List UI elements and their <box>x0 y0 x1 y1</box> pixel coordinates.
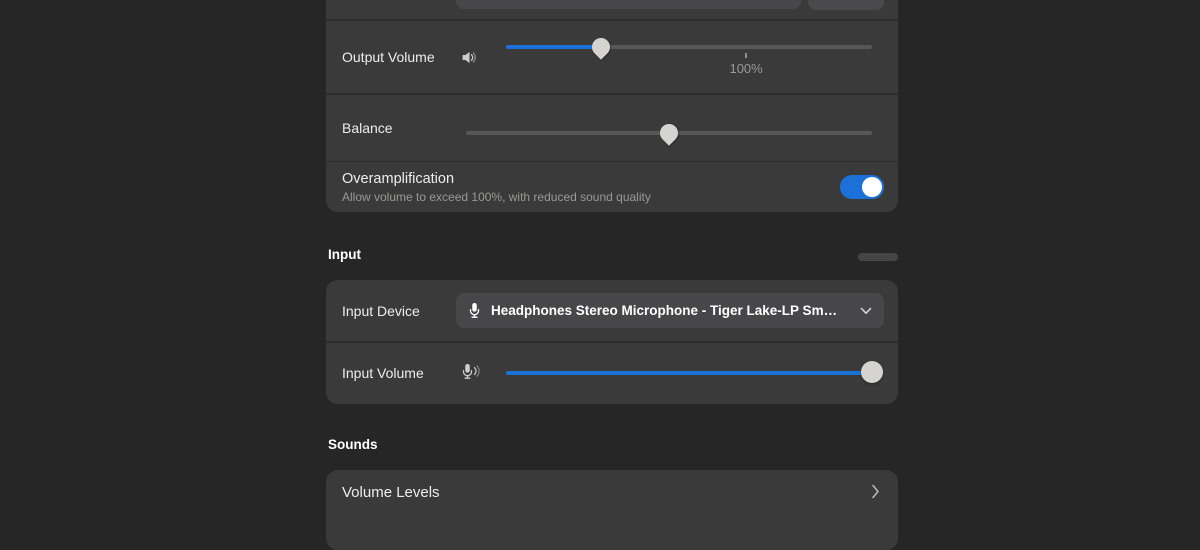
output-volume-row: Output Volume 100% <box>326 21 898 93</box>
input-card: Input Device Headphones Stereo Microphon… <box>326 280 898 404</box>
input-device-value: Headphones Stereo Microphone - Tiger Lak… <box>491 303 838 318</box>
chevron-down-icon <box>860 307 872 315</box>
output-card: Output Volume 100% Balance Overamplifica <box>326 0 898 212</box>
chevron-right-icon <box>871 484 880 504</box>
output-test-button[interactable] <box>808 0 884 10</box>
output-device-dropdown[interactable] <box>456 0 801 9</box>
balance-slider[interactable] <box>466 95 872 161</box>
sound-settings-panel: { "colors": { "accent": "#1c71d8", "wind… <box>0 0 1200 550</box>
volume-levels-row[interactable]: Volume Levels <box>326 470 898 518</box>
output-volume-fill <box>506 45 602 49</box>
input-volume-label: Input Volume <box>342 365 424 381</box>
input-section-header: Input <box>326 247 898 265</box>
balance-label: Balance <box>342 120 393 136</box>
input-device-label: Input Device <box>342 303 420 319</box>
input-device-dropdown[interactable]: Headphones Stereo Microphone - Tiger Lak… <box>456 293 884 328</box>
switch-knob <box>862 177 882 197</box>
output-volume-slider[interactable]: 100% <box>506 21 872 93</box>
speaker-icon <box>461 49 478 71</box>
sounds-header-label: Sounds <box>328 437 378 452</box>
sounds-card: Volume Levels <box>326 470 898 550</box>
overamplification-label: Overamplification <box>342 171 455 187</box>
overamplification-subtitle: Allow volume to exceed 100%, with reduce… <box>342 190 651 204</box>
output-device-row <box>326 0 898 19</box>
input-header-label: Input <box>328 247 361 262</box>
input-volume-slider[interactable] <box>506 343 883 404</box>
overamplification-row: Overamplification Allow volume to exceed… <box>326 162 898 212</box>
microphone-sensitivity-icon <box>462 363 481 385</box>
balance-slider-handle[interactable] <box>656 120 682 146</box>
volume-levels-label: Volume Levels <box>342 484 440 501</box>
output-volume-slider-handle[interactable] <box>588 34 614 60</box>
output-volume-label: Output Volume <box>342 49 435 65</box>
input-device-row: Input Device Headphones Stereo Microphon… <box>326 280 898 341</box>
microphone-icon <box>468 302 481 319</box>
volume-100-mark-tick <box>745 53 748 58</box>
balance-row: Balance <box>326 95 898 161</box>
volume-100-mark-label: 100% <box>729 61 763 76</box>
input-volume-row: Input Volume <box>326 343 898 404</box>
input-volume-slider-handle[interactable] <box>861 361 883 383</box>
input-level-indicator <box>858 253 898 261</box>
overamplification-switch[interactable] <box>840 175 884 199</box>
sounds-section-header: Sounds <box>326 437 898 455</box>
input-volume-fill <box>506 371 872 375</box>
